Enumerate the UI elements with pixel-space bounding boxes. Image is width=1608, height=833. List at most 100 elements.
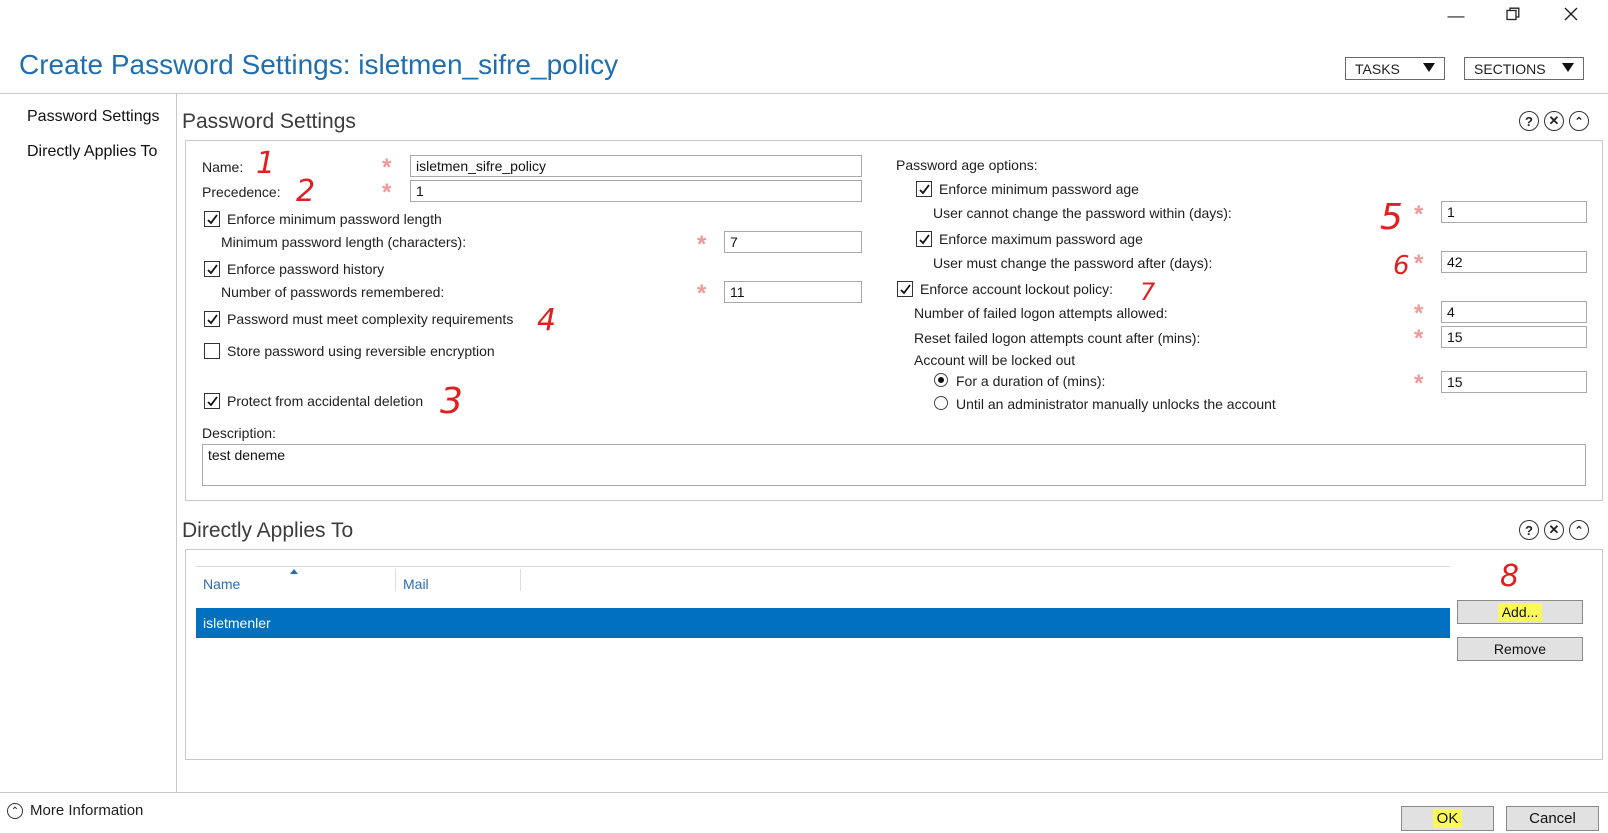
min-length-input[interactable] bbox=[724, 231, 862, 253]
complexity-checkbox[interactable] bbox=[204, 311, 220, 327]
duration-input[interactable] bbox=[1441, 371, 1587, 393]
restore-button[interactable] bbox=[1493, 2, 1533, 30]
protect-deletion-label: Protect from accidental deletion bbox=[227, 393, 424, 409]
enforce-min-age-checkbox[interactable] bbox=[916, 181, 932, 197]
column-header-name[interactable]: Name bbox=[203, 576, 240, 592]
required-asterisk-icon: * bbox=[1414, 250, 1424, 277]
minimize-button[interactable]: — bbox=[1436, 2, 1476, 30]
more-information-link[interactable]: More Information bbox=[30, 802, 143, 819]
remove-button[interactable]: Remove bbox=[1457, 637, 1583, 661]
question-icon: ? bbox=[1525, 522, 1533, 538]
add-button[interactable]: Add... bbox=[1457, 600, 1583, 624]
chevron-up-icon: ⌃ bbox=[1574, 115, 1584, 128]
age-options-label: Password age options: bbox=[896, 157, 1038, 173]
footer-divider bbox=[0, 792, 1608, 793]
checkmark-icon bbox=[899, 283, 911, 294]
complexity-label: Password must meet complexity requiremen… bbox=[227, 311, 514, 327]
required-asterisk-icon: * bbox=[697, 280, 707, 307]
enforce-min-age-label: Enforce minimum password age bbox=[939, 181, 1139, 197]
chevron-up-icon: ⌃ bbox=[10, 805, 20, 817]
nav-item-password-settings[interactable]: Password Settings bbox=[27, 108, 160, 126]
nav-divider bbox=[176, 93, 177, 792]
tasks-label: TASKS bbox=[1355, 60, 1400, 77]
ok-button-label: OK bbox=[1432, 809, 1463, 828]
help-button[interactable]: ? bbox=[1519, 111, 1539, 131]
min-length-label: Minimum password length (characters): bbox=[221, 234, 467, 250]
close-icon: ✕ bbox=[1548, 113, 1560, 128]
minimize-icon: — bbox=[1447, 6, 1465, 25]
locked-out-label: Account will be locked out bbox=[914, 352, 1076, 368]
reset-count-label: Reset failed logon attempts count after … bbox=[914, 330, 1201, 346]
name-label: Name: bbox=[202, 159, 244, 175]
expand-more-info-button[interactable]: ⌃ bbox=[7, 803, 23, 819]
failed-attempts-input[interactable] bbox=[1441, 301, 1587, 323]
required-asterisk-icon: * bbox=[382, 154, 392, 181]
directly-applies-section-title: Directly Applies To bbox=[182, 519, 354, 542]
reset-count-input[interactable] bbox=[1441, 326, 1587, 348]
cancel-button[interactable]: Cancel bbox=[1506, 806, 1599, 831]
max-age-label: User must change the password after (day… bbox=[933, 255, 1213, 271]
protect-deletion-checkbox[interactable] bbox=[204, 393, 220, 409]
column-divider bbox=[520, 569, 521, 591]
table-header-top-line bbox=[196, 566, 1450, 567]
restore-icon bbox=[1506, 6, 1520, 26]
help-button[interactable]: ? bbox=[1519, 520, 1539, 540]
required-asterisk-icon: * bbox=[1414, 370, 1424, 397]
header-divider bbox=[0, 93, 1608, 94]
checkmark-icon bbox=[206, 313, 218, 324]
nav-item-directly-applies-to[interactable]: Directly Applies To bbox=[27, 143, 157, 161]
chevron-up-icon: ⌃ bbox=[1574, 524, 1584, 537]
checkmark-icon bbox=[206, 395, 218, 406]
lockout-policy-checkbox[interactable] bbox=[897, 281, 913, 297]
sections-label: SECTIONS bbox=[1474, 60, 1546, 77]
chevron-down-icon bbox=[1423, 63, 1435, 72]
enforce-history-checkbox[interactable] bbox=[204, 261, 220, 277]
enforce-min-length-checkbox[interactable] bbox=[204, 211, 220, 227]
annotation-1: 1 bbox=[256, 146, 276, 181]
checkmark-icon bbox=[918, 233, 930, 244]
required-asterisk-icon: * bbox=[697, 231, 707, 258]
question-icon: ? bbox=[1525, 113, 1533, 129]
enforce-max-age-label: Enforce maximum password age bbox=[939, 231, 1143, 247]
failed-attempts-label: Number of failed logon attempts allowed: bbox=[914, 305, 1168, 321]
enforce-max-age-checkbox[interactable] bbox=[916, 231, 932, 247]
precedence-label: Precedence: bbox=[202, 184, 281, 200]
chevron-down-icon bbox=[1562, 63, 1574, 72]
min-age-label: User cannot change the password within (… bbox=[933, 205, 1232, 221]
description-textarea[interactable]: test deneme bbox=[202, 444, 1586, 486]
close-icon bbox=[1564, 6, 1578, 26]
min-age-input[interactable] bbox=[1441, 201, 1587, 223]
annotation-6: 6 bbox=[1393, 251, 1410, 281]
sort-ascending-icon bbox=[290, 569, 298, 574]
close-window-button[interactable] bbox=[1551, 2, 1591, 30]
close-icon: ✕ bbox=[1548, 522, 1560, 537]
remove-button-label: Remove bbox=[1493, 641, 1547, 657]
checkmark-icon bbox=[206, 213, 218, 224]
column-header-mail[interactable]: Mail bbox=[403, 576, 429, 592]
history-count-input[interactable] bbox=[724, 281, 862, 303]
collapse-section-button[interactable]: ⌃ bbox=[1569, 520, 1589, 540]
tasks-dropdown[interactable]: TASKS bbox=[1345, 57, 1445, 80]
name-input[interactable] bbox=[410, 155, 862, 177]
close-section-button[interactable]: ✕ bbox=[1544, 111, 1564, 131]
description-label: Description: bbox=[202, 425, 276, 441]
annotation-4: 4 bbox=[537, 303, 557, 338]
ok-button[interactable]: OK bbox=[1401, 806, 1494, 831]
precedence-input[interactable] bbox=[410, 180, 862, 202]
table-row[interactable]: isletmenler bbox=[196, 608, 1450, 638]
required-asterisk-icon: * bbox=[382, 179, 392, 206]
duration-radio[interactable] bbox=[934, 373, 948, 387]
cancel-button-label: Cancel bbox=[1529, 810, 1576, 827]
max-age-input[interactable] bbox=[1441, 251, 1587, 273]
enforce-min-length-label: Enforce minimum password length bbox=[227, 211, 442, 227]
admin-unlock-label: Until an administrator manually unlocks … bbox=[956, 396, 1276, 412]
close-section-button[interactable]: ✕ bbox=[1544, 520, 1564, 540]
password-settings-section-title: Password Settings bbox=[182, 110, 356, 133]
annotation-5: 5 bbox=[1380, 197, 1403, 238]
lockout-policy-label: Enforce account lockout policy: bbox=[920, 281, 1113, 297]
sections-dropdown[interactable]: SECTIONS bbox=[1464, 57, 1584, 80]
admin-unlock-radio[interactable] bbox=[934, 396, 948, 410]
collapse-section-button[interactable]: ⌃ bbox=[1569, 111, 1589, 131]
reversible-encryption-checkbox[interactable] bbox=[204, 343, 220, 359]
annotation-7: 7 bbox=[1140, 278, 1156, 306]
